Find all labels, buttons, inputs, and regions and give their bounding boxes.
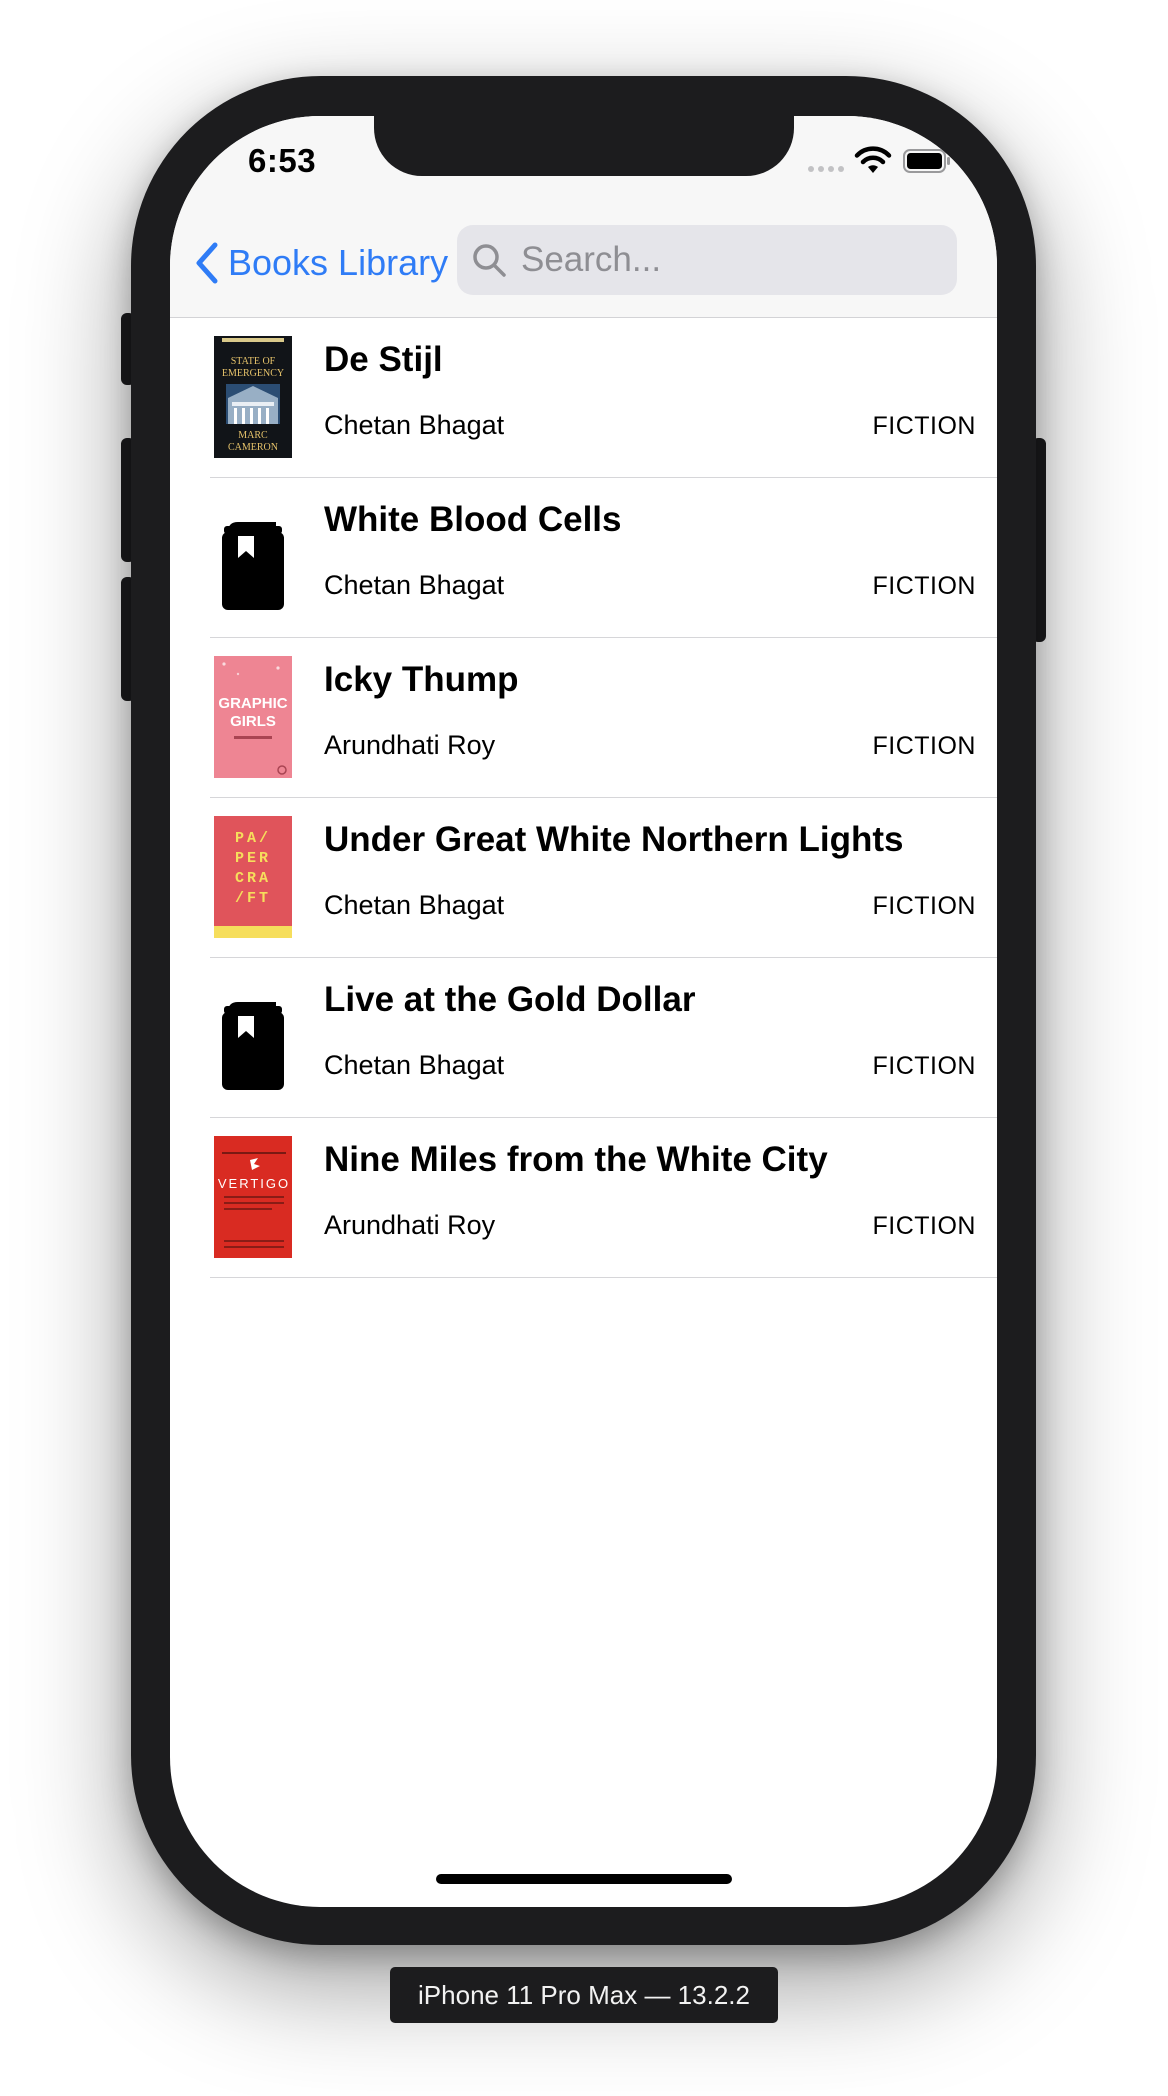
wifi-icon — [854, 146, 892, 173]
cover-text-2: PER — [235, 850, 271, 867]
book-row[interactable]: STATE OF EMERGENCY MARC CAMERON De Stijl… — [170, 318, 997, 478]
book-cover-papercraft: PA/ PER CRA /FT — [214, 816, 292, 938]
cover-text-4: /FT — [235, 890, 271, 907]
cellular-signal-icon — [808, 166, 844, 172]
navigation-bar: 6:53 Books Library — [170, 116, 997, 318]
cover-text-1: GRAPHIC — [218, 695, 287, 712]
cover-text-3: MARC — [238, 430, 268, 441]
book-title: De Stijl — [324, 340, 443, 379]
book-title: Live at the Gold Dollar — [324, 980, 696, 1019]
book-author: Chetan Bhagat — [324, 1050, 505, 1080]
book-bookmark-icon — [214, 496, 292, 618]
cover-text-2: EMERGENCY — [222, 368, 284, 379]
book-genre: FICTION — [872, 412, 976, 440]
cover-text-2: GIRLS — [230, 713, 276, 730]
book-author: Chetan Bhagat — [324, 890, 505, 920]
book-genre: FICTION — [872, 732, 976, 760]
book-list: STATE OF EMERGENCY MARC CAMERON De Stijl… — [170, 318, 997, 1278]
search-bar[interactable] — [457, 225, 957, 295]
book-cover-graphic-girls: GRAPHIC GIRLS — [214, 656, 292, 778]
book-cover-state-of-emergency: STATE OF EMERGENCY MARC CAMERON — [214, 336, 292, 458]
chevron-left-icon — [196, 242, 218, 284]
book-genre: FICTION — [872, 572, 976, 600]
back-button[interactable]: Books Library — [194, 238, 448, 288]
book-author: Arundhati Roy — [324, 1210, 496, 1240]
home-indicator[interactable] — [436, 1874, 732, 1884]
search-icon — [473, 244, 506, 277]
book-genre: FICTION — [872, 892, 976, 920]
book-title: White Blood Cells — [324, 500, 622, 539]
book-genre: FICTION — [872, 1052, 976, 1080]
search-input[interactable] — [521, 240, 941, 280]
notch — [374, 116, 794, 176]
back-button-label: Books Library — [228, 242, 449, 283]
book-row[interactable]: GRAPHIC GIRLS Icky Thump Arundhati Roy F… — [170, 638, 997, 798]
device-label: iPhone 11 Pro Max — 13.2.2 — [390, 1967, 778, 2023]
cover-text-3: CRA — [235, 870, 271, 887]
book-genre: FICTION — [872, 1212, 976, 1240]
cover-text-1: STATE OF — [231, 356, 276, 367]
book-row[interactable]: PA/ PER CRA /FT Under Great White Northe… — [170, 798, 997, 958]
book-title: Under Great White Northern Lights — [324, 820, 904, 859]
book-bookmark-icon — [214, 976, 292, 1098]
book-title: Icky Thump — [324, 660, 519, 699]
cover-text-1: PA/ — [235, 830, 271, 847]
status-time: 6:53 — [248, 142, 317, 179]
cover-text-1: VERTIGO — [218, 1176, 290, 1191]
cover-text-4: CAMERON — [228, 442, 278, 453]
book-row[interactable]: White Blood Cells Chetan Bhagat FICTION — [170, 478, 997, 638]
book-title: Nine Miles from the White City — [324, 1140, 828, 1179]
book-cover-vertigo: VERTIGO — [214, 1136, 292, 1258]
phone-screen: 6:53 Books Library Search... STATE OF EM… — [170, 116, 997, 1907]
book-author: Arundhati Roy — [324, 730, 496, 760]
book-author: Chetan Bhagat — [324, 410, 505, 440]
book-row[interactable]: VERTIGO Nine Miles from the White City A… — [170, 1118, 997, 1278]
book-row[interactable]: Live at the Gold Dollar Chetan Bhagat FI… — [170, 958, 997, 1118]
battery-icon — [903, 149, 950, 173]
book-author: Chetan Bhagat — [324, 570, 505, 600]
